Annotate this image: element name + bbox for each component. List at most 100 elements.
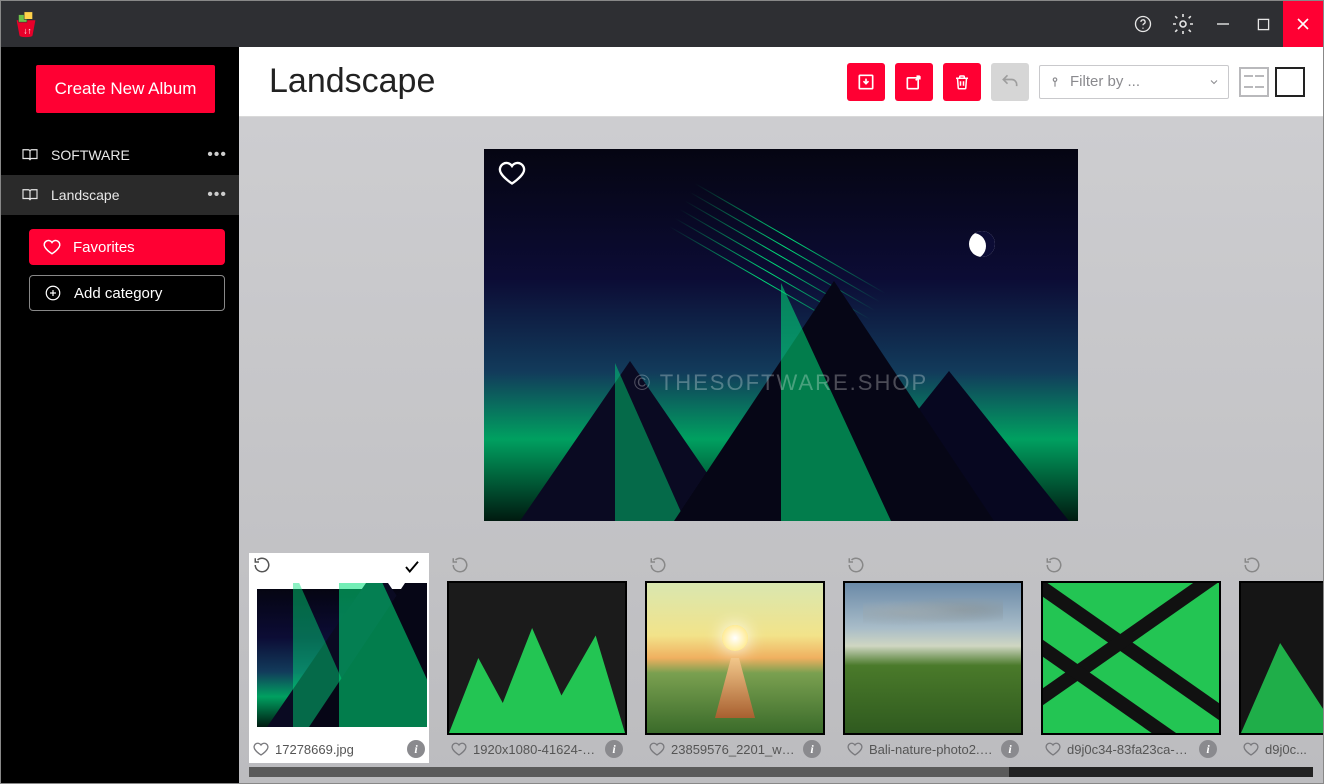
help-icon[interactable] xyxy=(1123,1,1163,47)
heart-icon[interactable] xyxy=(847,741,863,757)
create-album-button[interactable]: Create New Album xyxy=(36,65,215,113)
sidebar-album-landscape[interactable]: Landscape ••• xyxy=(1,175,239,215)
album-list: SOFTWARE ••• Landscape ••• xyxy=(1,135,239,215)
filter-dropdown[interactable]: Filter by ... xyxy=(1039,65,1229,99)
titlebar-controls xyxy=(1123,1,1323,47)
thumb-filename: d9j0c34-83fa23ca-8817... xyxy=(1067,742,1193,757)
rotate-icon[interactable] xyxy=(1243,556,1261,579)
preview-image: © THESOFTWARE.SHOP xyxy=(484,149,1078,521)
gear-icon[interactable] xyxy=(1163,1,1203,47)
minimize-button[interactable] xyxy=(1203,1,1243,47)
heart-icon[interactable] xyxy=(1045,741,1061,757)
favorite-heart-icon[interactable] xyxy=(498,159,526,187)
thumb-filename: 17278669.jpg xyxy=(275,742,401,757)
thumb-footer: 17278669.jpg i xyxy=(249,735,429,763)
sidebar-album-software[interactable]: SOFTWARE ••• xyxy=(1,135,239,175)
more-icon[interactable]: ••• xyxy=(207,186,227,204)
thumb-filename: Bali-nature-photo2.jpg xyxy=(869,742,995,757)
thumb-top xyxy=(447,553,627,581)
image-preview[interactable]: © THESOFTWARE.SHOP xyxy=(484,149,1078,521)
thumb-image[interactable] xyxy=(1239,581,1323,735)
book-icon xyxy=(21,188,39,202)
titlebar-left: ↓↑ xyxy=(11,9,41,39)
thumbnail-strip: 17278669.jpgi1920x1080-41624-Mini...i238… xyxy=(239,553,1323,767)
album-label: SOFTWARE xyxy=(51,147,130,163)
book-icon xyxy=(21,148,39,162)
thumb-filename: 23859576_2201_w030_... xyxy=(671,742,797,757)
thumb-filename: 1920x1080-41624-Mini... xyxy=(473,742,599,757)
rotate-icon[interactable] xyxy=(253,556,271,579)
rotate-icon[interactable] xyxy=(847,556,865,579)
thumb-image[interactable] xyxy=(843,581,1023,735)
heart-icon[interactable] xyxy=(649,741,665,757)
thumb-top xyxy=(249,553,429,581)
page-title: Landscape xyxy=(269,62,435,101)
more-icon[interactable]: ••• xyxy=(207,146,227,164)
favorites-label: Favorites xyxy=(73,239,135,256)
horizontal-scrollbar[interactable] xyxy=(249,767,1313,777)
main-header: Landscape Filte xyxy=(239,47,1323,117)
app-logo-icon: ↓↑ xyxy=(11,9,41,39)
view-toggle xyxy=(1239,67,1305,97)
heart-icon xyxy=(43,238,61,256)
rotate-icon[interactable] xyxy=(1045,556,1063,579)
filter-pin-icon xyxy=(1048,75,1062,89)
app-window: ↓↑ Create New Album xyxy=(0,0,1324,784)
info-icon[interactable]: i xyxy=(605,740,623,758)
thumb-image[interactable] xyxy=(645,581,825,735)
category-group: Favorites Add category xyxy=(29,229,225,311)
svg-text:↓↑: ↓↑ xyxy=(23,25,31,35)
add-category-button[interactable]: Add category xyxy=(29,275,225,311)
thumbnail-card[interactable]: 23859576_2201_w030_... i xyxy=(645,553,825,763)
thumb-image[interactable] xyxy=(249,581,429,735)
header-toolbar: Filter by ... xyxy=(847,63,1305,101)
thumb-top xyxy=(645,553,825,581)
info-icon[interactable]: i xyxy=(407,740,425,758)
delete-button[interactable] xyxy=(943,63,981,101)
titlebar: ↓↑ xyxy=(1,1,1323,47)
thumb-image[interactable] xyxy=(1041,581,1221,735)
album-label: Landscape xyxy=(51,187,120,203)
main-panel: Landscape Filte xyxy=(239,47,1323,783)
thumb-footer: d9j0c34-83fa23ca-8817... i xyxy=(1041,735,1221,763)
undo-button xyxy=(991,63,1029,101)
heart-icon[interactable] xyxy=(1243,741,1259,757)
app-body: Create New Album SOFTWARE ••• Landscape … xyxy=(1,47,1323,783)
maximize-button[interactable] xyxy=(1243,1,1283,47)
view-grid-button[interactable] xyxy=(1239,67,1269,97)
rotate-icon[interactable] xyxy=(649,556,667,579)
thumb-footer: 1920x1080-41624-Mini... i xyxy=(447,735,627,763)
thumb-filename: d9j0c... xyxy=(1265,742,1323,757)
watermark-text: © THESOFTWARE.SHOP xyxy=(634,370,928,396)
close-button[interactable] xyxy=(1283,1,1323,47)
thumb-top xyxy=(843,553,1023,581)
share-button[interactable] xyxy=(895,63,933,101)
thumb-footer: d9j0c...i xyxy=(1239,735,1323,763)
thumbnail-card[interactable]: d9j0c...i xyxy=(1239,553,1323,763)
thumb-footer: 23859576_2201_w030_... i xyxy=(645,735,825,763)
chevron-down-icon xyxy=(1208,76,1220,88)
preview-area: © THESOFTWARE.SHOP xyxy=(239,117,1323,553)
sidebar: Create New Album SOFTWARE ••• Landscape … xyxy=(1,47,239,783)
favorites-button[interactable]: Favorites xyxy=(29,229,225,265)
thumb-top xyxy=(1239,553,1323,581)
view-detail-button[interactable] xyxy=(1275,67,1305,97)
thumbnail-card[interactable]: 17278669.jpg i xyxy=(249,553,429,763)
plus-circle-icon xyxy=(44,284,62,302)
rotate-icon[interactable] xyxy=(451,556,469,579)
heart-icon[interactable] xyxy=(253,741,269,757)
selected-check-icon xyxy=(399,554,425,580)
info-icon[interactable]: i xyxy=(803,740,821,758)
thumb-image[interactable] xyxy=(447,581,627,735)
info-icon[interactable]: i xyxy=(1001,740,1019,758)
download-button[interactable] xyxy=(847,63,885,101)
info-icon[interactable]: i xyxy=(1199,740,1217,758)
heart-icon[interactable] xyxy=(451,741,467,757)
thumb-footer: Bali-nature-photo2.jpg i xyxy=(843,735,1023,763)
add-category-label: Add category xyxy=(74,285,162,302)
thumbnail-card[interactable]: d9j0c34-83fa23ca-8817... i xyxy=(1041,553,1221,763)
thumbnail-card[interactable]: Bali-nature-photo2.jpg i xyxy=(843,553,1023,763)
filter-placeholder: Filter by ... xyxy=(1070,73,1140,90)
thumbnail-card[interactable]: 1920x1080-41624-Mini... i xyxy=(447,553,627,763)
thumb-top xyxy=(1041,553,1221,581)
